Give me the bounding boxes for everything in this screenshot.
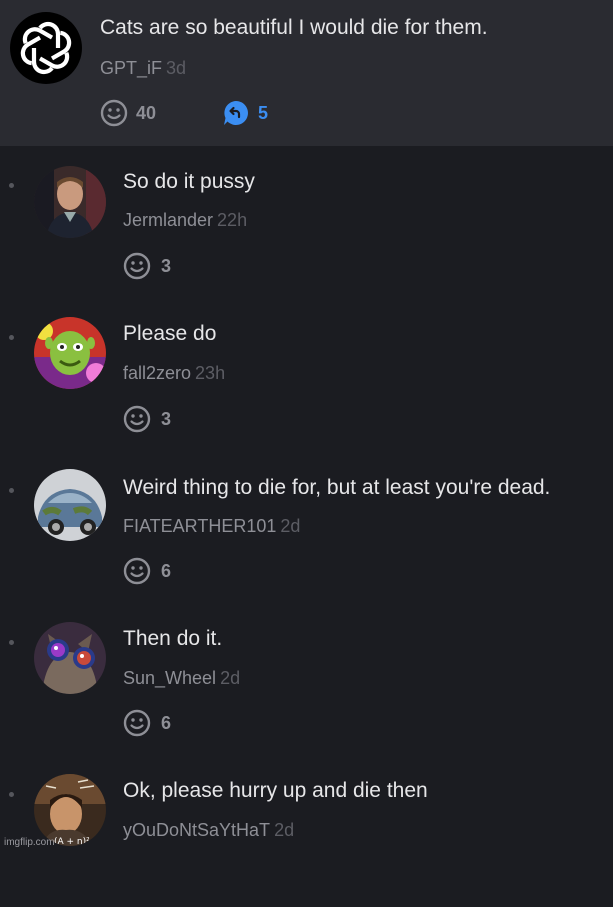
openai-logo-avatar[interactable] [10, 12, 82, 84]
comment: So do it pussy Jermlander 22h 3 [0, 146, 613, 296]
comment-reaction-button[interactable]: 6 [123, 709, 171, 737]
post-replies-button[interactable]: 5 [222, 99, 268, 127]
comment-username[interactable]: FIATEARTHER101 [123, 516, 276, 536]
avatar[interactable] [34, 622, 106, 694]
reply-bubble-icon [224, 101, 248, 125]
imgflip-watermark: imgflip.com [4, 837, 55, 848]
avatar[interactable] [34, 317, 106, 389]
comment-username[interactable]: Sun_Wheel [123, 668, 216, 688]
comment-reaction-count: 6 [161, 712, 172, 733]
comment-reaction-button[interactable]: 3 [123, 252, 171, 280]
post-timestamp: 3d [166, 58, 187, 78]
comment-reaction-button[interactable]: 6 [123, 557, 171, 585]
comment-meta: Sun_Wheel 2d [123, 668, 240, 689]
post-meta: GPT_iF 3d [100, 58, 186, 79]
smiley-icon [123, 405, 151, 433]
comment-reaction-count: 6 [161, 560, 172, 581]
original-post: Cats are so beautiful I would die for th… [0, 0, 613, 146]
comment: Please do fall2zero 23h 3 [0, 298, 613, 448]
comment-timestamp: 22h [217, 210, 248, 230]
post-reaction-button[interactable]: 40 [100, 99, 156, 127]
comment-reaction-count: 3 [161, 408, 172, 429]
thread-bullet [9, 640, 14, 645]
comment-username[interactable]: Jermlander [123, 210, 213, 230]
avatar[interactable] [34, 469, 106, 541]
post-text: Cats are so beautiful I would die for th… [100, 16, 488, 39]
comment-username[interactable]: yOuDoNtSaYtHaT [123, 820, 270, 840]
avatar-image [34, 317, 106, 389]
comment-reaction-count: 3 [161, 255, 172, 276]
comment: Then do it. Sun_Wheel 2d 6 [0, 603, 613, 753]
thread-bullet [9, 183, 14, 188]
svg-text:(A + η)²: (A + η)² [54, 837, 90, 846]
openai-knot-icon [20, 21, 72, 75]
comment-text: Please do [123, 322, 217, 345]
comment-text: So do it pussy [123, 170, 255, 193]
smiley-icon [100, 99, 128, 127]
comment-username[interactable]: fall2zero [123, 363, 191, 383]
comment-reaction-button[interactable]: 3 [123, 405, 171, 433]
comment-timestamp: 2d [280, 516, 301, 536]
avatar-image [34, 469, 106, 541]
avatar-image: (A + η)² [34, 774, 106, 846]
comment-timestamp: 2d [274, 820, 295, 840]
comment-meta: Jermlander 22h [123, 210, 247, 231]
smiley-icon [123, 252, 151, 280]
avatar-image [34, 622, 106, 694]
thread-bullet [9, 335, 14, 340]
post-reaction-count: 40 [136, 102, 157, 123]
comment-text: Ok, please hurry up and die then [123, 779, 428, 802]
comment-text: Weird thing to die for, but at least you… [123, 476, 551, 499]
comment-meta: yOuDoNtSaYtHaT 2d [123, 820, 294, 841]
comment-meta: fall2zero 23h [123, 363, 225, 384]
comment-text: Then do it. [123, 627, 223, 650]
smiley-icon [123, 709, 151, 737]
comment-meta: FIATEARTHER101 2d [123, 516, 300, 537]
comment: Weird thing to die for, but at least you… [0, 451, 613, 601]
post-reply-count: 5 [258, 102, 269, 123]
comment-timestamp: 23h [195, 363, 226, 383]
comment-timestamp: 2d [220, 668, 241, 688]
avatar[interactable]: (A + η)² [34, 774, 106, 846]
avatar[interactable] [34, 166, 106, 238]
smiley-icon [123, 557, 151, 585]
post-username[interactable]: GPT_iF [100, 58, 162, 78]
avatar-image [34, 166, 106, 238]
thread-bullet [9, 792, 14, 797]
thread-bullet [9, 488, 14, 493]
comment: (A + η)² Ok, please hurry up and die the… [0, 757, 613, 907]
